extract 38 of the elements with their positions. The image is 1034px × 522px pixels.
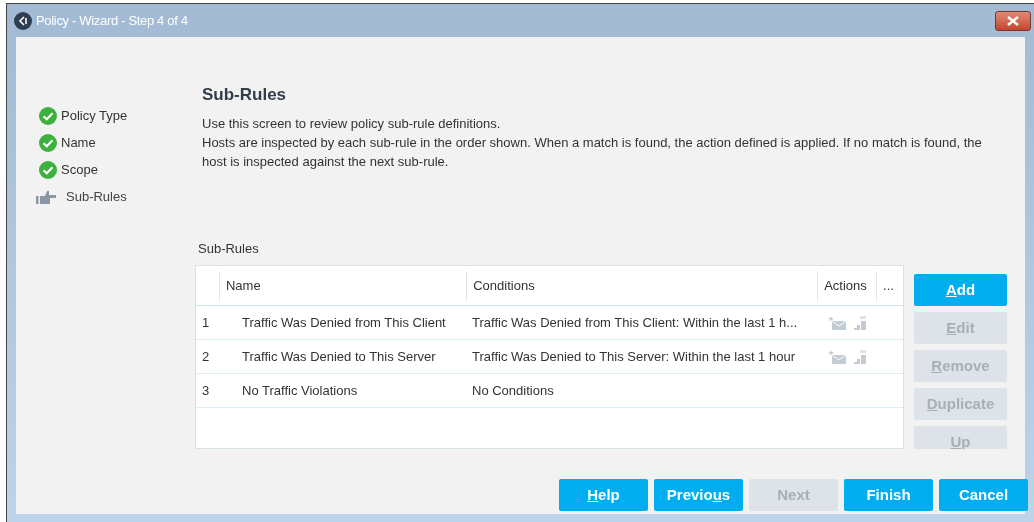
window-title: Policy - Wizard - Step 4 of 4 — [36, 11, 188, 30]
check-circle-icon — [39, 134, 57, 152]
check-circle-icon — [39, 107, 57, 125]
step-label: Name — [61, 134, 96, 153]
table-cell: 1 — [202, 314, 210, 330]
table-cell: 3 — [202, 382, 210, 398]
button[interactable]: Help — [559, 479, 648, 511]
step-label: Sub-Rules — [66, 188, 127, 207]
table-cell: No Conditions — [472, 382, 554, 398]
page-heading: Sub-Rules — [202, 84, 288, 106]
button[interactable]: Finish — [844, 479, 933, 511]
column-header[interactable]: Actions — [824, 275, 867, 296]
step-label: Scope — [61, 161, 98, 180]
step-label: Policy Type — [61, 107, 128, 126]
close-button[interactable] — [995, 10, 1031, 31]
description-text: Hosts are inspected by each sub-rule in the order shown. When a match is found, the action defined is applied. If no match is found, the host is inspected against the next sub-rule. — [202, 133, 983, 171]
check-circle-icon — [39, 161, 57, 179]
app-logo-icon — [14, 11, 32, 30]
column-header[interactable]: ... — [883, 275, 894, 296]
table-cell: 2 — [202, 348, 210, 364]
button[interactable]: Add — [914, 274, 1007, 306]
thumbs-up-icon — [36, 189, 56, 205]
button[interactable]: Previous — [654, 479, 743, 511]
button[interactable]: Cancel — [939, 479, 1028, 511]
bar-chart-icon — [854, 349, 866, 364]
close-icon — [1006, 15, 1020, 26]
section-label: Sub-Rules — [198, 239, 260, 258]
table-cell: Traffic Was Denied to This Server — [242, 348, 436, 364]
table-cell: Traffic Was Denied from This Client: Within the last 1 h... — [472, 314, 798, 330]
bar-chart-icon — [854, 315, 866, 330]
envelope-star-icon — [828, 349, 846, 364]
table-cell: No Traffic Violations — [242, 382, 358, 398]
table-cell: Traffic Was Denied from This Client — [242, 314, 446, 330]
description-text: Use this screen to review policy sub-rule definitions. — [202, 114, 502, 133]
envelope-star-icon — [828, 315, 846, 330]
column-header[interactable]: Name — [225, 275, 261, 296]
column-header[interactable]: Conditions — [473, 275, 535, 296]
table-cell: Traffic Was Denied to This Server: Within the last 1 hour — [472, 348, 795, 364]
